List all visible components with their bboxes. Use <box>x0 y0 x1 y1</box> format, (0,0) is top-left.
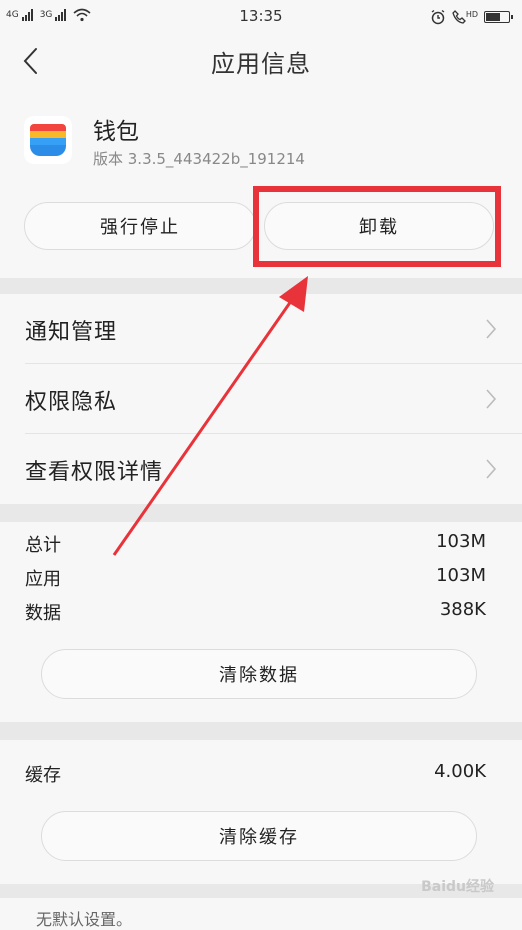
cache-value: 4.00K <box>434 761 486 782</box>
menu-item-label: 通知管理 <box>25 320 118 345</box>
wallet-app-icon <box>24 116 72 164</box>
storage-label: 总计 <box>25 535 61 556</box>
storage-value: 103M <box>436 565 486 586</box>
app-name: 钱包 <box>93 119 139 145</box>
menu-item-label: 权限隐私 <box>25 390 118 415</box>
app-info-section: 钱包 版本 3.3.5_443422b_191214 强行停止 卸载 <box>0 88 522 278</box>
menu-item-permission-details[interactable]: 查看权限详情 <box>0 434 522 504</box>
status-right: HD <box>430 9 513 25</box>
menu-item-permissions-privacy[interactable]: 权限隐私 <box>0 364 522 434</box>
menu-item-label: 查看权限详情 <box>25 460 164 485</box>
app-version: 版本 3.3.5_443422b_191214 <box>93 150 305 168</box>
storage-value: 388K <box>439 599 486 620</box>
icon-stripe-blue <box>30 138 66 145</box>
default-settings-text: 无默认设置。 <box>36 910 133 929</box>
storage-section: 总计 103M 应用 103M 数据 388K 清除数据 <box>0 522 522 722</box>
storage-value: 103M <box>436 531 486 552</box>
icon-stripe-yellow <box>30 131 66 138</box>
icon-wallet-base <box>30 145 66 156</box>
uninstall-button[interactable]: 卸载 <box>264 202 494 250</box>
call-hd-icon: HD <box>452 10 478 24</box>
section-divider <box>0 278 522 294</box>
force-stop-button[interactable]: 强行停止 <box>24 202 256 250</box>
storage-row-app: 应用 103M <box>25 562 486 592</box>
clear-cache-button[interactable]: 清除缓存 <box>41 811 477 861</box>
chevron-right-icon <box>486 459 497 479</box>
section-divider <box>0 504 522 522</box>
section-divider <box>0 722 522 740</box>
clear-data-button[interactable]: 清除数据 <box>41 649 477 699</box>
cache-section: 缓存 4.00K 清除缓存 <box>0 740 522 884</box>
settings-menu: 通知管理 权限隐私 查看权限详情 <box>0 294 522 504</box>
alarm-icon <box>431 9 445 25</box>
chevron-right-icon <box>486 319 497 339</box>
storage-label: 应用 <box>25 569 61 590</box>
storage-label: 数据 <box>25 603 61 624</box>
battery-icon <box>484 11 513 23</box>
cache-row: 缓存 4.00K <box>25 758 486 788</box>
hd-label: HD <box>465 9 478 19</box>
chevron-right-icon <box>486 389 497 409</box>
menu-item-notification[interactable]: 通知管理 <box>0 294 522 364</box>
cache-label: 缓存 <box>25 765 61 786</box>
storage-row-data: 数据 388K <box>25 596 486 626</box>
watermark-text: Baidu经验 <box>421 879 494 895</box>
title-bar: 应用信息 <box>0 34 522 88</box>
page-title: 应用信息 <box>211 50 311 78</box>
storage-row-total: 总计 103M <box>25 528 486 558</box>
status-bar: 4G 3G 13:35 HD <box>0 0 522 34</box>
icon-stripe-red <box>30 124 66 131</box>
